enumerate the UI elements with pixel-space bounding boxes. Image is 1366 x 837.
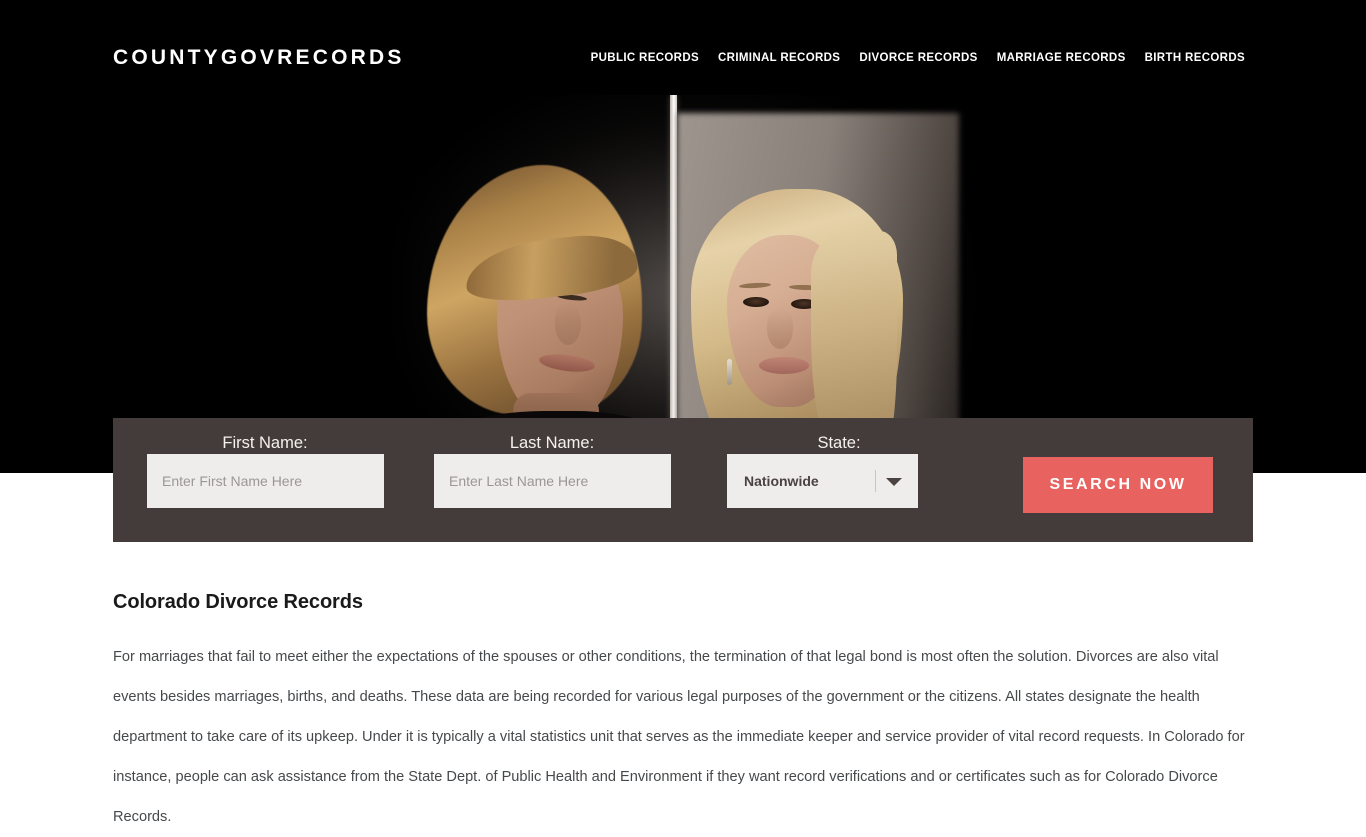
last-name-input[interactable] — [434, 454, 671, 508]
state-field-group: State: Nationwide — [705, 432, 973, 508]
site-logo[interactable]: COUNTYGOVRECORDS — [113, 46, 405, 70]
last-name-label: Last Name: — [509, 434, 595, 452]
people-search-form: First Name: Last Name: State: Nationwide… — [113, 418, 1253, 542]
search-now-button[interactable]: SEARCH NOW — [1023, 457, 1213, 513]
main-content: Colorado Divorce Records For marriages t… — [113, 588, 1255, 837]
nav-item-birth-records[interactable]: BIRTH RECORDS — [1145, 51, 1245, 65]
first-name-field-group: First Name: — [131, 432, 399, 508]
hero-divider-wall — [670, 95, 677, 473]
first-name-label: First Name: — [222, 434, 308, 452]
state-select[interactable]: Nationwide — [727, 454, 918, 508]
nav-item-marriage-records[interactable]: MARRIAGE RECORDS — [997, 51, 1126, 65]
hero-banner — [0, 95, 1366, 473]
state-selected-value: Nationwide — [744, 473, 819, 489]
main-navigation: PUBLIC RECORDS CRIMINAL RECORDS DIVORCE … — [591, 51, 1245, 65]
nav-item-public-records[interactable]: PUBLIC RECORDS — [591, 51, 699, 65]
select-separator — [875, 470, 876, 492]
page-title: Colorado Divorce Records — [113, 591, 363, 613]
last-name-field-group: Last Name: — [418, 432, 686, 508]
first-name-input[interactable] — [147, 454, 384, 508]
hero-image-couple — [363, 95, 1003, 473]
chevron-down-icon — [886, 478, 902, 486]
state-label: State: — [817, 434, 861, 452]
nav-item-divorce-records[interactable]: DIVORCE RECORDS — [859, 51, 977, 65]
nav-item-criminal-records[interactable]: CRIMINAL RECORDS — [718, 51, 840, 65]
intro-paragraph: For marriages that fail to meet either t… — [113, 649, 1245, 825]
site-header: COUNTYGOVRECORDS PUBLIC RECORDS CRIMINAL… — [0, 0, 1366, 95]
